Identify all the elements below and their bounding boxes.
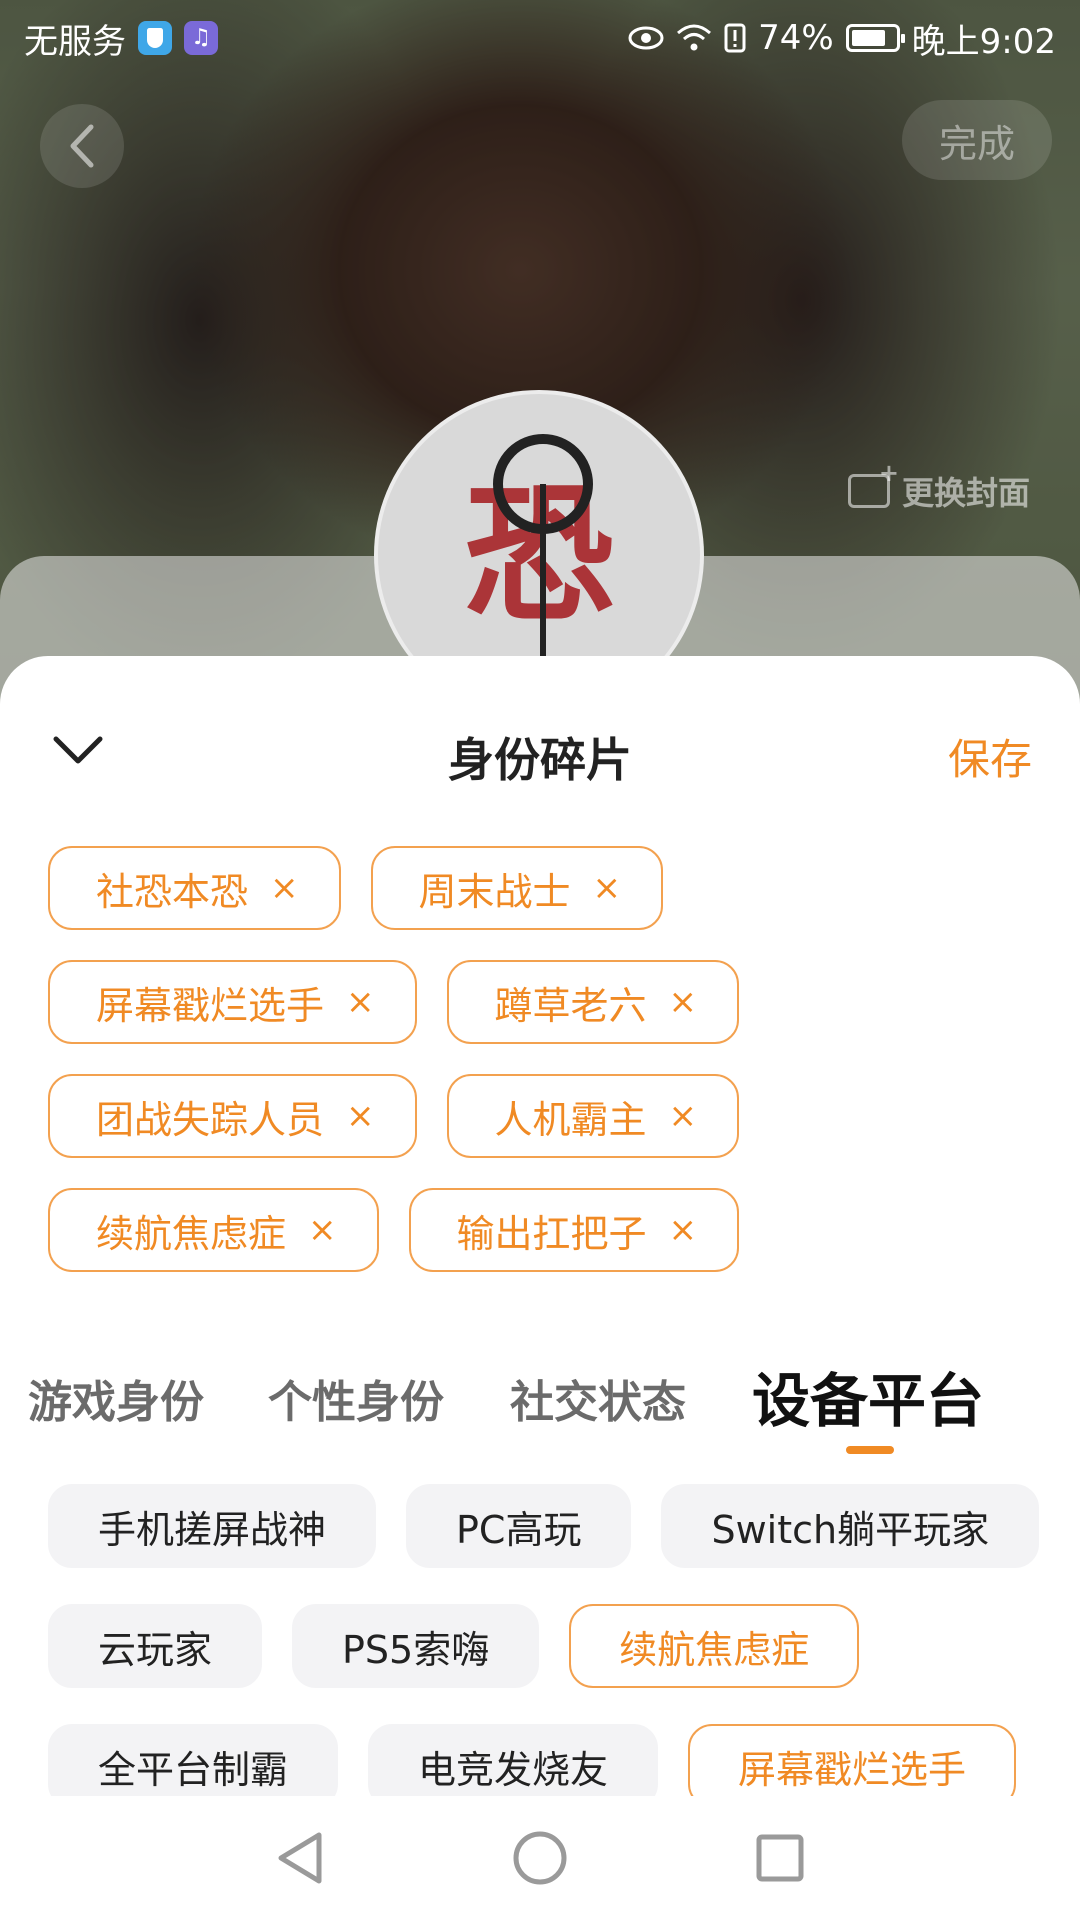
option-tag[interactable]: PC高玩 <box>406 1484 632 1568</box>
shield-app-icon <box>138 21 172 55</box>
option-tag[interactable]: 全平台制霸 <box>48 1724 339 1804</box>
remove-tag-icon[interactable]: × <box>270 868 299 908</box>
remove-tag-icon[interactable]: × <box>669 982 698 1022</box>
selected-tag[interactable]: 周末战士 × <box>370 846 664 930</box>
selected-tag[interactable]: 蹲草老六 × <box>446 960 740 1044</box>
remove-tag-icon[interactable]: × <box>346 982 375 1022</box>
selected-tags: 社恐本恐 × 周末战士 × 屏幕戳烂选手 × 蹲草老六 × 团战失踪人员 × 人… <box>48 846 1048 1302</box>
alert-icon <box>724 23 746 53</box>
option-tag[interactable]: 电竞发烧友 <box>368 1724 659 1804</box>
option-row: 云玩家 PS5索嗨 续航焦虑症 <box>48 1604 1048 1688</box>
selected-tags-row: 社恐本恐 × 周末战士 × <box>48 846 1048 930</box>
selected-tags-row: 团战失踪人员 × 人机霸主 × <box>48 1074 1048 1158</box>
option-row: 全平台制霸 电竞发烧友 屏幕戳烂选手 <box>48 1724 1048 1804</box>
back-button[interactable] <box>40 104 124 188</box>
tab-personality-identity[interactable]: 个性身份 <box>268 1366 444 1430</box>
carrier-text: 无服务 <box>24 21 126 62</box>
selected-tag[interactable]: 输出扛把子 × <box>408 1188 740 1272</box>
selected-tag[interactable]: 团战失踪人员 × <box>48 1074 417 1158</box>
selected-tag-label: 社恐本恐 <box>96 869 249 914</box>
selected-tags-row: 屏幕戳烂选手 × 蹲草老六 × <box>48 960 1048 1044</box>
active-tab-indicator <box>846 1446 894 1454</box>
selected-tags-row: 续航焦虑症 × 输出扛把子 × <box>48 1188 1048 1272</box>
change-cover-button[interactable]: 更换封面 <box>847 459 1030 514</box>
save-button[interactable]: 保存 <box>948 726 1032 787</box>
system-nav-bar <box>0 1796 1080 1920</box>
square-recents-icon <box>756 1834 804 1882</box>
battery-icon <box>845 24 905 52</box>
wifi-icon <box>677 24 712 51</box>
selected-tag-label: 续航焦虑症 <box>96 1211 287 1256</box>
selected-tag[interactable]: 人机霸主 × <box>446 1074 740 1158</box>
remove-tag-icon[interactable]: × <box>669 1210 698 1250</box>
battery-percent: 74% <box>758 18 834 58</box>
selected-tag-label: 蹲草老六 <box>494 983 647 1028</box>
selected-tag-label: 输出扛把子 <box>456 1211 647 1256</box>
done-button[interactable]: 完成 <box>902 100 1052 180</box>
option-tags: 手机搓屏战神 PC高玩 Switch躺平玩家 云玩家 PS5索嗨 续航焦虑症 全… <box>48 1484 1048 1804</box>
option-tag[interactable]: Switch躺平玩家 <box>661 1484 1040 1568</box>
option-tag-selected[interactable]: 续航焦虑症 <box>569 1604 860 1688</box>
remove-tag-icon[interactable]: × <box>308 1210 337 1250</box>
clock: 晚上9:02 <box>911 21 1056 62</box>
image-add-icon <box>847 459 899 508</box>
option-tag[interactable]: 云玩家 <box>48 1604 263 1688</box>
selected-tag[interactable]: 屏幕戳烂选手 × <box>48 960 417 1044</box>
eye-icon <box>628 26 664 50</box>
circle-home-icon <box>513 1831 567 1885</box>
option-tag[interactable]: PS5索嗨 <box>292 1604 540 1688</box>
selected-tag-label: 屏幕戳烂选手 <box>96 983 325 1028</box>
selected-tag[interactable]: 续航焦虑症 × <box>48 1188 379 1272</box>
remove-tag-icon[interactable]: × <box>669 1096 698 1136</box>
status-left: 无服务 ♫ <box>24 14 218 63</box>
option-row: 手机搓屏战神 PC高玩 Switch躺平玩家 <box>48 1484 1048 1568</box>
selected-tag[interactable]: 社恐本恐 × <box>48 846 341 930</box>
music-app-icon: ♫ <box>184 21 218 55</box>
triangle-back-icon <box>278 1832 322 1884</box>
option-tag[interactable]: 手机搓屏战神 <box>48 1484 377 1568</box>
tab-game-identity[interactable]: 游戏身份 <box>28 1366 204 1430</box>
nav-recents-button[interactable] <box>750 1828 810 1888</box>
selected-tag-label: 周末战士 <box>418 869 571 914</box>
status-bar: 无服务 ♫ 74% 晚上9:02 <box>0 0 1080 76</box>
sheet-header: 身份碎片 保存 <box>0 656 1080 856</box>
option-tag-selected[interactable]: 屏幕戳烂选手 <box>688 1724 1017 1804</box>
selected-tag-label: 人机霸主 <box>494 1097 647 1142</box>
tab-social-status[interactable]: 社交状态 <box>510 1366 686 1430</box>
nav-back-button[interactable] <box>270 1828 330 1888</box>
identity-sheet: 身份碎片 保存 社恐本恐 × 周末战士 × 屏幕戳烂选手 × 蹲草老六 × 团战… <box>0 656 1080 1920</box>
sheet-title: 身份碎片 <box>448 733 632 787</box>
remove-tag-icon[interactable]: × <box>346 1096 375 1136</box>
remove-tag-icon[interactable]: × <box>593 868 622 908</box>
category-tabs: 游戏身份 个性身份 社交状态 设备平台 <box>0 1366 1080 1466</box>
tab-device-platform[interactable]: 设备平台 <box>752 1354 984 1438</box>
chevron-left-icon <box>70 124 94 168</box>
status-right: 74% 晚上9:02 <box>628 14 1056 63</box>
selected-tag-label: 团战失踪人员 <box>96 1097 325 1142</box>
nav-home-button[interactable] <box>510 1828 570 1888</box>
change-cover-label: 更换封面 <box>901 474 1030 512</box>
